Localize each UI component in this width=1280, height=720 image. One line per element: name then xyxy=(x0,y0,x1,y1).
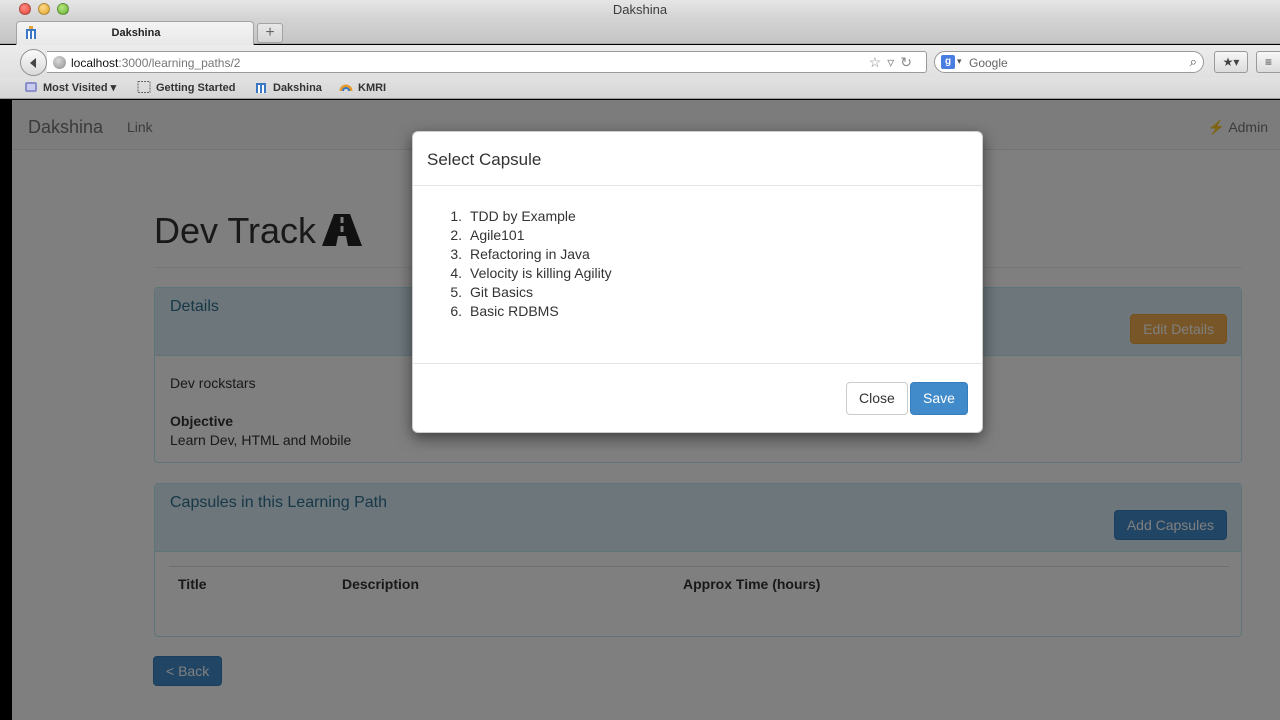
browser-toolbar: localhost:3000/learning_paths/2 ☆▿↻ g ▾ … xyxy=(0,45,1280,78)
bookmark-kmri[interactable]: KMRI xyxy=(339,81,386,94)
back-arrow-icon xyxy=(30,58,36,68)
capsule-list: 1. TDD by Example 2. Agile101 3. Refactorin… xyxy=(448,207,612,321)
modal-body: 1. TDD by Example 2. Agile101 3. Refactorin… xyxy=(413,186,982,363)
bookmarks-bar: Most Visited ▾ Getting Started Dakshina … xyxy=(0,78,1280,99)
capsule-list-item[interactable]: 1. TDD by Example xyxy=(448,207,612,226)
tab-label: Dakshina xyxy=(111,27,161,39)
chevron-down-icon: ▾ xyxy=(110,82,117,94)
close-button[interactable]: Close xyxy=(846,382,908,415)
tab-bar: Dakshina + xyxy=(0,20,1280,45)
modal-title: Select Capsule xyxy=(427,150,542,169)
url-path: :3000/learning_paths/2 xyxy=(118,56,241,70)
page-icon xyxy=(137,81,151,93)
modal-header: Select Capsule xyxy=(413,132,982,186)
most-visited-icon xyxy=(25,82,37,92)
kmri-icon xyxy=(339,84,353,92)
star-icon[interactable]: ☆ xyxy=(869,54,888,70)
new-tab-button[interactable]: + xyxy=(257,23,283,43)
dakshina-favicon-icon xyxy=(256,83,266,93)
browser-tab[interactable]: Dakshina xyxy=(16,21,254,45)
back-nav-button[interactable] xyxy=(20,49,47,76)
capsule-list-item[interactable]: 6. Basic RDBMS xyxy=(448,302,612,321)
save-button[interactable]: Save xyxy=(910,382,968,415)
bookmarks-menu-button[interactable]: ★▾ xyxy=(1214,51,1248,73)
bookmark-getting-started[interactable]: Getting Started xyxy=(137,81,235,94)
url-text: localhost:3000/learning_paths/2 xyxy=(71,56,240,70)
window-title: Dakshina xyxy=(612,2,668,17)
google-logo-icon: g xyxy=(941,55,955,69)
globe-icon xyxy=(53,56,66,69)
url-host: localhost xyxy=(71,56,119,70)
url-actions: ☆▿↻ xyxy=(869,54,918,71)
modal-footer: Close Save xyxy=(413,363,982,433)
select-capsule-modal: Select Capsule 1. TDD by Example 2. Agile1… xyxy=(412,131,983,433)
bookmark-most-visited[interactable]: Most Visited ▾ xyxy=(24,81,116,94)
capsule-list-item[interactable]: 2. Agile101 xyxy=(448,226,612,245)
reload-icon[interactable]: ↻ xyxy=(900,54,918,70)
search-icon[interactable]: ⌕ xyxy=(1190,54,1197,70)
toolbar-overflow-button[interactable]: ≡ xyxy=(1256,51,1280,73)
window-title-bar: Dakshina xyxy=(0,0,1280,20)
search-placeholder: Google xyxy=(969,56,1008,70)
search-engine-dropdown-icon[interactable]: ▾ xyxy=(957,56,962,67)
capsule-list-item[interactable]: 4. Velocity is killing Agility xyxy=(448,264,611,283)
dropdown-arrow-icon[interactable]: ▿ xyxy=(887,54,900,70)
bookmark-dakshina[interactable]: Dakshina xyxy=(254,81,322,94)
search-bar[interactable]: g ▾ Google ⌕ xyxy=(934,51,1204,73)
url-bar[interactable]: localhost:3000/learning_paths/2 ☆▿↻ xyxy=(47,51,927,73)
capsule-list-item[interactable]: 5. Git Basics xyxy=(448,283,612,302)
capsule-list-item[interactable]: 3. Refactoring in Java xyxy=(448,245,612,264)
